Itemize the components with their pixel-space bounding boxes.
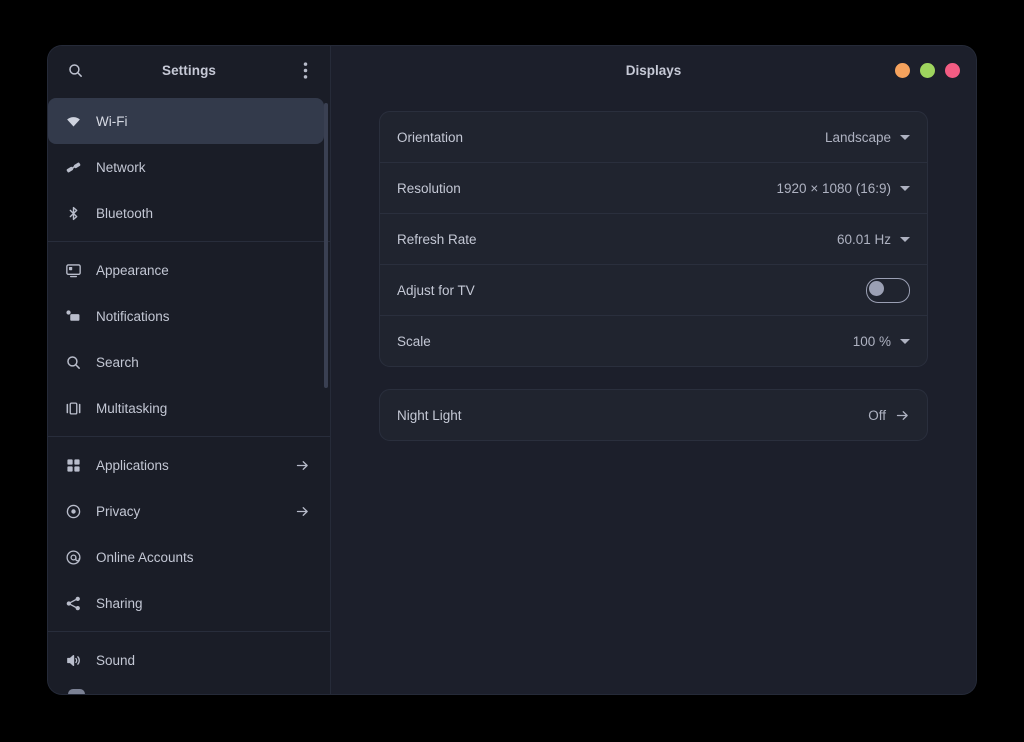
maximize-button[interactable]	[920, 63, 935, 78]
sidebar-group: Applications Privacy Online Accounts Sharin…	[48, 442, 330, 626]
minimize-button[interactable]	[895, 63, 910, 78]
sidebar-item-online-accounts[interactable]: Online Accounts	[48, 534, 324, 580]
content-body: Orientation Landscape Resolution 1920 × 108…	[331, 95, 976, 694]
sidebar-item-sound[interactable]: Sound	[48, 637, 324, 683]
window-controls	[895, 63, 960, 78]
online-accounts-icon	[60, 549, 86, 566]
setting-value-group: 1920 × 1080 (16:9)	[777, 181, 910, 196]
sidebar-item-wi-fi[interactable]: Wi-Fi	[48, 98, 324, 144]
appearance-icon	[60, 262, 86, 279]
chevron-down-icon[interactable]	[900, 339, 910, 344]
search-icon	[60, 354, 86, 371]
setting-label: Scale	[397, 334, 431, 349]
chevron-down-icon[interactable]	[900, 135, 910, 140]
sidebar-group: Appearance Notifications Search Multitaskin…	[48, 247, 330, 431]
content-header: Displays	[331, 46, 976, 95]
sidebar-item-label: Notifications	[96, 309, 170, 324]
setting-label: Night Light	[397, 408, 462, 423]
sharing-icon	[60, 595, 86, 612]
setting-value: 100 %	[853, 334, 891, 349]
arrow-right-icon	[895, 408, 910, 423]
sidebar-item-label: Privacy	[96, 504, 140, 519]
close-button[interactable]	[945, 63, 960, 78]
sidebar-item-network[interactable]: Network	[48, 144, 324, 190]
sidebar-title: Settings	[48, 63, 330, 78]
setting-row-night-light[interactable]: Night Light Off	[380, 390, 927, 440]
setting-row-resolution[interactable]: Resolution 1920 × 1080 (16:9)	[380, 162, 927, 213]
sidebar-item-bluetooth[interactable]: Bluetooth	[48, 190, 324, 236]
settings-card: Orientation Landscape Resolution 1920 × 108…	[379, 111, 928, 367]
settings-window: Settings Wi-Fi Network Bluetooth Appearance…	[48, 46, 976, 694]
sidebar-item-label: Search	[96, 355, 139, 370]
setting-label: Resolution	[397, 181, 461, 196]
sidebar-item-label: Sound	[96, 653, 135, 668]
menu-vertical-dots-icon	[303, 61, 308, 80]
setting-value-group: 60.01 Hz	[837, 232, 910, 247]
sidebar-item-search[interactable]: Search	[48, 339, 324, 385]
setting-label: Refresh Rate	[397, 232, 477, 247]
search-icon	[67, 62, 84, 79]
setting-value-group: Off	[868, 408, 910, 423]
sound-icon	[60, 652, 86, 669]
setting-label: Adjust for TV	[397, 283, 475, 298]
setting-value: 1920 × 1080 (16:9)	[777, 181, 891, 196]
bluetooth-icon	[60, 205, 86, 222]
sidebar-nav-list: Wi-Fi Network Bluetooth Appearance Notificat…	[48, 98, 330, 683]
setting-value-group: Landscape	[825, 130, 910, 145]
main-menu-button[interactable]	[290, 56, 320, 86]
setting-value-group	[866, 278, 910, 303]
sidebar-item-sharing[interactable]: Sharing	[48, 580, 324, 626]
setting-label: Orientation	[397, 130, 463, 145]
sidebar-scrollbar[interactable]	[324, 103, 328, 388]
arrow-right-icon	[295, 504, 310, 519]
sidebar-separator	[48, 241, 330, 242]
applications-icon	[60, 457, 86, 474]
sidebar-item-privacy[interactable]: Privacy	[48, 488, 324, 534]
sidebar-separator	[48, 436, 330, 437]
wifi-icon	[60, 113, 86, 130]
sidebar-item-label: Sharing	[96, 596, 143, 611]
privacy-icon	[60, 503, 86, 520]
sidebar-item-multitasking[interactable]: Multitasking	[48, 385, 324, 431]
arrow-right-icon	[295, 458, 310, 473]
sidebar-item-appearance[interactable]: Appearance	[48, 247, 324, 293]
clipped-next-item-icon	[68, 689, 85, 694]
setting-row-adjust-for-tv[interactable]: Adjust for TV	[380, 264, 927, 315]
sidebar: Settings Wi-Fi Network Bluetooth Appearance…	[48, 46, 331, 694]
sidebar-item-label: Applications	[96, 458, 169, 473]
page-title: Displays	[331, 63, 976, 78]
setting-value-group: 100 %	[853, 334, 910, 349]
toggle-switch-adjust-for-tv[interactable]	[866, 278, 910, 303]
notifications-icon	[60, 308, 86, 325]
sidebar-group: Sound	[48, 637, 330, 683]
sidebar-item-label: Online Accounts	[96, 550, 194, 565]
multitasking-icon	[60, 400, 86, 417]
sidebar-item-label: Network	[96, 160, 146, 175]
settings-card: Night Light Off	[379, 389, 928, 441]
setting-value: Landscape	[825, 130, 891, 145]
chevron-down-icon[interactable]	[900, 186, 910, 191]
sidebar-header: Settings	[48, 46, 330, 95]
settings-cards: Orientation Landscape Resolution 1920 × 108…	[379, 111, 928, 441]
network-icon	[60, 159, 86, 176]
sidebar-item-label: Multitasking	[96, 401, 167, 416]
sidebar-group: Wi-Fi Network Bluetooth	[48, 98, 330, 236]
sidebar-separator	[48, 631, 330, 632]
sidebar-item-label: Appearance	[96, 263, 169, 278]
setting-row-orientation[interactable]: Orientation Landscape	[380, 112, 927, 162]
sidebar-item-label: Wi-Fi	[96, 114, 127, 129]
setting-row-scale[interactable]: Scale 100 %	[380, 315, 927, 366]
chevron-down-icon[interactable]	[900, 237, 910, 242]
toggle-knob	[869, 281, 884, 296]
sidebar-item-label: Bluetooth	[96, 206, 153, 221]
setting-row-refresh-rate[interactable]: Refresh Rate 60.01 Hz	[380, 213, 927, 264]
content-pane: Displays Orientation Landscape Resolution 1…	[331, 46, 976, 694]
setting-value: 60.01 Hz	[837, 232, 891, 247]
sidebar-item-notifications[interactable]: Notifications	[48, 293, 324, 339]
sidebar-item-applications[interactable]: Applications	[48, 442, 324, 488]
search-button[interactable]	[60, 56, 90, 86]
sidebar-scroll-area[interactable]: Wi-Fi Network Bluetooth Appearance Notificat…	[48, 95, 330, 694]
setting-value: Off	[868, 408, 886, 423]
